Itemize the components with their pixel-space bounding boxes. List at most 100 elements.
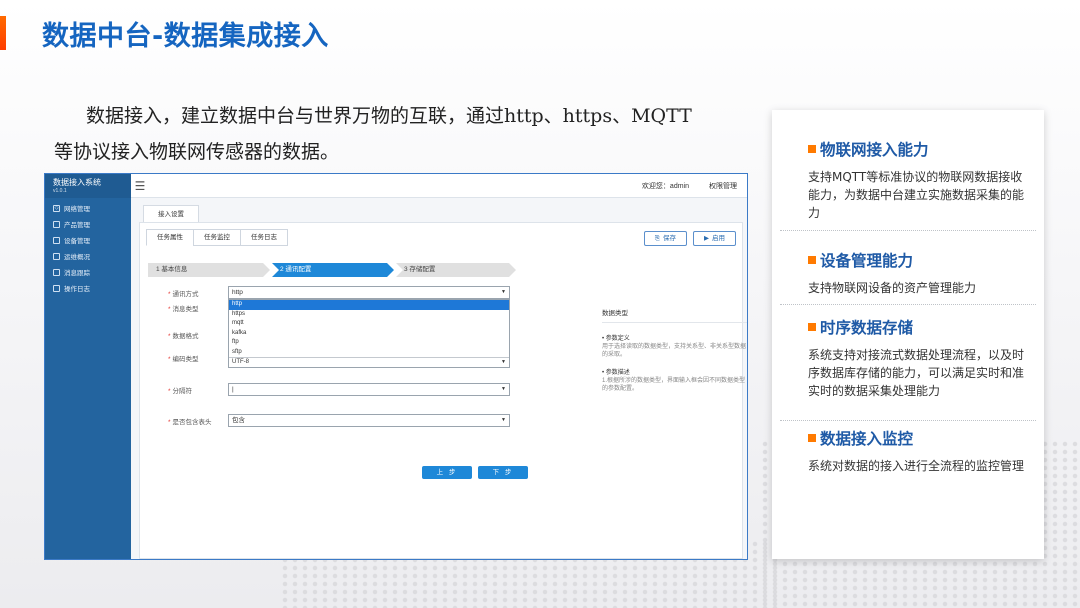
device-icon (53, 236, 60, 244)
next-step-button[interactable]: 下 步 (478, 466, 528, 479)
dropdown-option[interactable]: sftp (229, 348, 509, 358)
slide: 数据中台-数据集成接入 数据接入，建立数据中台与世界万物的互联，通过http、h… (0, 0, 1080, 608)
message-icon (53, 268, 60, 276)
card-title: 物联网接入能力 (808, 138, 1024, 160)
row-message-type: * 消息类型 (154, 303, 228, 313)
nav-label: 运维概况 (64, 254, 90, 261)
action-buttons: ⎘ 保存 ▶ 启用 (643, 231, 736, 246)
prev-step-button[interactable]: 上 步 (422, 466, 472, 479)
card-monitoring: 数据接入监控 系统对数据的接入进行全流程的监控管理 (772, 427, 1044, 475)
nav-item-ops[interactable]: 运维概况 (45, 248, 131, 264)
box-icon (53, 220, 60, 228)
grid-icon: ◇ (53, 204, 60, 212)
feature-cards: 物联网接入能力 支持MQTT等标准协议的物联网数据接收能力，为数据中台建立实施数… (772, 110, 1044, 559)
chevron-down-icon: ▼ (501, 417, 506, 423)
help-section-text: 用于选择读取的数据类型，支持关系型、非关系型数据的采取。 (602, 344, 747, 358)
encoding-select[interactable]: UTF-8 ▼ (229, 357, 509, 367)
wizard-steps: 1 基本信息 2 通讯配置 3 存储配置 (148, 263, 518, 277)
page-tab-settings[interactable]: 接入设置 (143, 205, 199, 222)
separator-label: * 分隔符 (168, 387, 193, 395)
card-divider (780, 230, 1036, 231)
protocol-dropdown: http https mqtt kafka ftp sftp UTF-8 ▼ (228, 299, 510, 368)
dropdown-option[interactable]: kafka (229, 329, 509, 339)
protocol-select[interactable]: http ▼ (228, 286, 510, 299)
save-label: 保存 (663, 235, 676, 242)
app-screenshot: 数据接入系统 v1.0.1 ◇ 网络管理 产品管理 设备管理 运维概况 消息跟踪 … (44, 173, 748, 560)
nav-item-devices[interactable]: 设备管理 (45, 232, 131, 248)
help-section-title: • 参数定义 (602, 336, 630, 342)
nav-item-products[interactable]: 产品管理 (45, 216, 131, 232)
welcome-text: 欢迎您：admin (641, 182, 689, 190)
sub-tabs: 任务属性 任务监控 任务日志 (146, 229, 288, 246)
encoding-label: * 编码类型 (168, 356, 199, 363)
bullet-square-icon (808, 434, 816, 442)
separator-select[interactable]: | ▼ (228, 383, 510, 396)
app-brand: 数据接入系统 v1.0.1 (45, 174, 131, 198)
card-timeseries: 时序数据存储 系统支持对接流式数据处理流程，以及时序数据库存储的能力，可以满足实… (772, 316, 1044, 400)
start-button[interactable]: ▶ 启用 (693, 231, 736, 246)
save-icon: ⎘ (654, 235, 660, 242)
row-separator: * 分隔符 | ▼ (154, 383, 510, 396)
row-encoding: * 编码类型 (154, 353, 228, 363)
data-format-label: * 数据格式 (168, 333, 199, 340)
app-brand-name: 数据接入系统 (53, 178, 101, 187)
header-label: * 是否包含表头 (168, 418, 212, 426)
app-content: 接入设置 任务属性 任务监控 任务日志 ⎘ 保存 ▶ 启用 1 基本信息 2 通讯配… (131, 198, 747, 559)
save-button[interactable]: ⎘ 保存 (643, 231, 687, 246)
step-basic-info[interactable]: 1 基本信息 (148, 263, 270, 277)
card-body: 系统对数据的接入进行全流程的监控管理 (808, 459, 1025, 473)
nav-item-logs[interactable]: 操作日志 (45, 280, 131, 296)
card-title: 设备管理能力 (808, 249, 1024, 271)
help-panel: 数据类型 • 参数定义 用于选择读取的数据类型，支持关系型、非关系型数据的采取。… (602, 310, 747, 403)
nav-label: 设备管理 (64, 238, 90, 245)
step-comm-config[interactable]: 2 通讯配置 (272, 263, 394, 277)
page-tab-row: 接入设置 (143, 203, 199, 222)
tab-task-attributes[interactable]: 任务属性 (146, 229, 194, 246)
help-section-text: 1.根据所涉的数据类型，界面输入框会因不同数据类型的参数配置。 (602, 378, 746, 392)
card-body: 支持MQTT等标准协议的物联网数据接收能力，为数据中台建立实施数据采集的能力 (808, 170, 1025, 220)
title-accent-bar (0, 16, 6, 50)
app-sidebar: 数据接入系统 v1.0.1 ◇ 网络管理 产品管理 设备管理 运维概况 消息跟踪 … (45, 174, 131, 559)
bullet-square-icon (808, 256, 816, 264)
app-nav: ◇ 网络管理 产品管理 设备管理 运维概况 消息跟踪 操作日志 (45, 200, 131, 296)
header-right: 欢迎您：admin 权限管理 (642, 181, 737, 191)
chevron-down-icon: ▼ (501, 289, 506, 295)
card-divider (780, 420, 1036, 421)
dropdown-option[interactable]: ftp (229, 338, 509, 348)
chevron-down-icon: ▼ (501, 386, 506, 392)
chart-icon (53, 252, 60, 260)
intro-line-1: 数据接入，建立数据中台与世界万物的互联，通过http、https、MQTT (86, 105, 692, 127)
tab-task-monitor[interactable]: 任务监控 (193, 229, 241, 246)
slide-title: 数据中台-数据集成接入 (42, 21, 329, 52)
card-title: 时序数据存储 (808, 316, 1024, 338)
bullet-square-icon (808, 323, 816, 331)
protocol-label: * 通讯方式 (168, 290, 199, 298)
dropdown-option[interactable]: mqtt (229, 319, 509, 329)
card-body: 支持物联网设备的资产管理能力 (808, 281, 977, 295)
form-buttons: 上 步 下 步 (422, 466, 528, 479)
doc-icon (53, 284, 60, 292)
permission-link[interactable]: 权限管理 (709, 181, 737, 191)
card-title: 数据接入监控 (808, 427, 1024, 449)
menu-toggle-icon[interactable]: ☰ (131, 179, 149, 193)
play-icon: ▶ (704, 235, 709, 242)
nav-label: 产品管理 (64, 222, 90, 229)
start-label: 启用 (712, 235, 725, 242)
card-body: 系统支持对接流式数据处理流程，以及时序数据库存储的能力，可以满足实时和准实时的数… (808, 348, 1025, 398)
nav-item-messages[interactable]: 消息跟踪 (45, 264, 131, 280)
app-version: v1.0.1 (53, 188, 67, 194)
nav-label: 操作日志 (64, 286, 90, 293)
nav-label: 网络管理 (64, 206, 90, 213)
message-type-label: * 消息类型 (168, 306, 199, 313)
header-select[interactable]: 包含 ▼ (228, 414, 510, 427)
card-iot-access: 物联网接入能力 支持MQTT等标准协议的物联网数据接收能力，为数据中台建立实施数… (772, 138, 1044, 222)
nav-item-network[interactable]: ◇ 网络管理 (45, 200, 131, 216)
dropdown-option[interactable]: https (229, 310, 509, 320)
row-header: * 是否包含表头 包含 ▼ (154, 414, 510, 427)
row-protocol: * 通讯方式 http ▼ (154, 286, 510, 299)
step-storage-config[interactable]: 3 存储配置 (396, 263, 516, 277)
dropdown-option[interactable]: http (229, 300, 509, 310)
row-data-format: * 数据格式 (154, 330, 228, 340)
bullet-square-icon (808, 145, 816, 153)
tab-task-log[interactable]: 任务日志 (240, 229, 288, 246)
